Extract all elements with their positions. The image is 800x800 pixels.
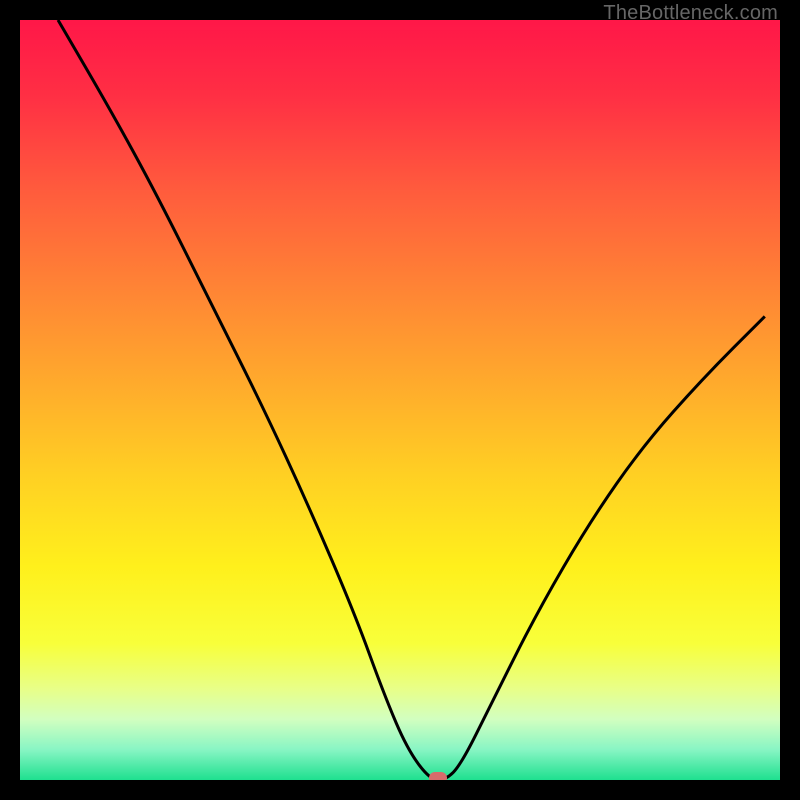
optimal-marker [429, 772, 447, 780]
bottleneck-curve [20, 20, 780, 780]
watermark-label: TheBottleneck.com [603, 2, 778, 25]
chart-frame: TheBottleneck.com [0, 0, 800, 800]
plot-area [20, 20, 780, 780]
